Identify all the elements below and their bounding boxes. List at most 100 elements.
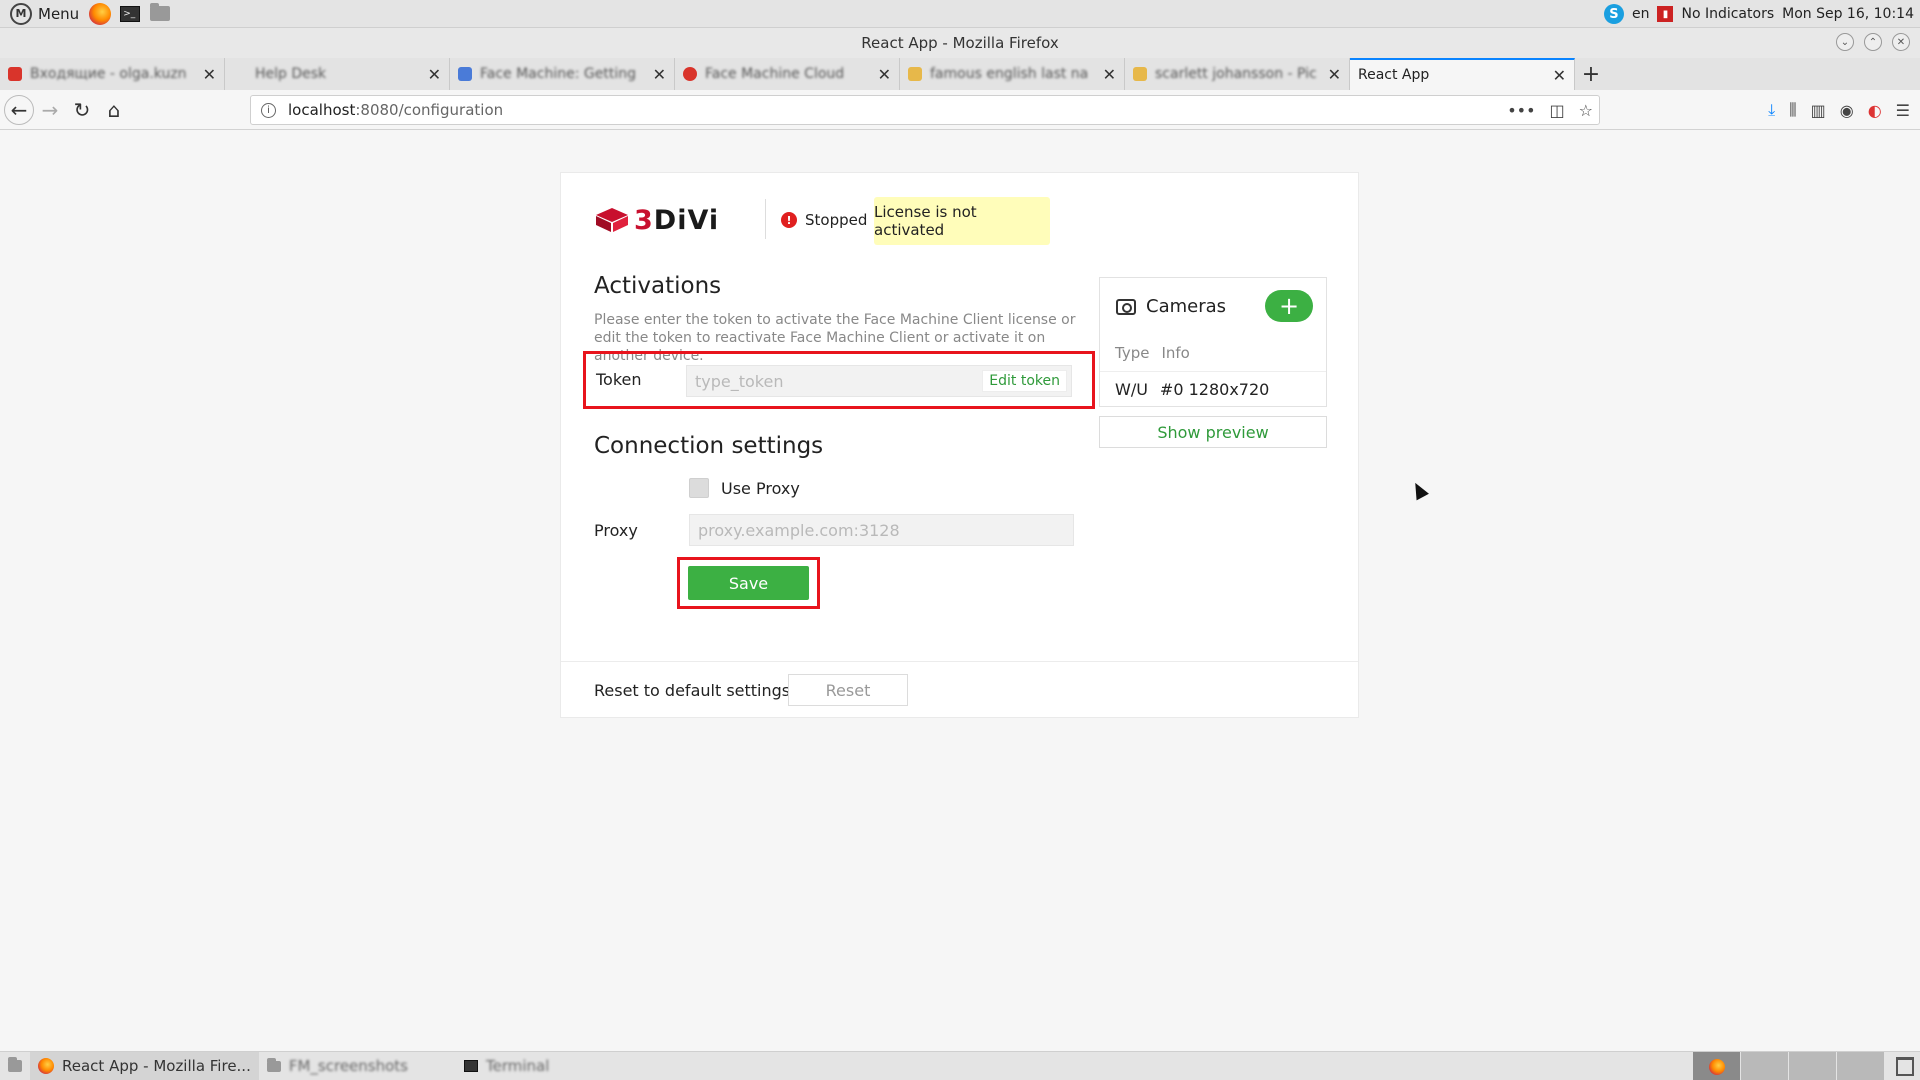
close-tab-icon[interactable]: ✕ [1328,65,1341,84]
workspace-1[interactable] [1692,1052,1740,1080]
proxy-label: Proxy [594,521,638,540]
edit-token-button[interactable]: Edit token [982,370,1067,392]
workspace-2[interactable] [1740,1052,1788,1080]
camera-type: W/U [1115,380,1148,399]
alert-icon: ! [781,212,797,228]
save-button[interactable]: Save [688,566,809,600]
close-tab-icon[interactable]: ✕ [203,65,216,84]
column-info: Info [1161,344,1190,362]
tab-react-app[interactable]: React App ✕ [1350,58,1575,90]
tab-face-machine-cloud[interactable]: Face Machine Cloud ✕ [675,58,900,90]
close-tab-icon[interactable]: ✕ [653,65,666,84]
token-input[interactable]: type_token Edit token [686,365,1072,397]
status-label: Stopped [805,211,868,229]
cloud-favicon-icon [683,67,697,81]
new-tab-button[interactable]: + [1575,58,1607,90]
reset-button[interactable]: Reset [788,674,908,706]
more-actions-icon[interactable]: ••• [1507,101,1535,120]
extension-icon[interactable]: ◐ [1868,101,1882,120]
tab-label: Face Machine: Getting [480,66,636,82]
account-icon[interactable]: ◉ [1840,101,1854,120]
camera-row[interactable]: W/U #0 1280x720 [1100,371,1326,407]
license-status-badge: License is not activated [874,197,1050,245]
use-proxy-option[interactable]: Use Proxy [689,478,800,498]
search-favicon-icon [908,67,922,81]
tab-label: React App [1358,67,1430,83]
bookmark-star-icon[interactable]: ☆ [1579,101,1593,120]
close-tab-icon[interactable]: ✕ [428,65,441,84]
hamburger-menu-icon[interactable]: ☰ [1896,101,1910,120]
window-titlebar: React App - Mozilla Firefox ⌄ ⌃ ✕ [0,28,1920,58]
doc-favicon-icon [458,67,472,81]
download-icon[interactable]: ⤓ [1768,100,1775,120]
tab-help-desk[interactable]: Help Desk ✕ [225,58,450,90]
forward-button[interactable]: → [34,94,66,126]
show-preview-button[interactable]: Show preview [1099,416,1327,448]
folder-icon [266,1057,281,1072]
nav-bar: ← → ↻ ⌂ i localhost:8080/configuration •… [0,90,1920,130]
service-status: ! Stopped [781,211,867,229]
proxy-input[interactable]: proxy.example.com:3128 [689,514,1074,546]
workspace-4[interactable] [1836,1052,1884,1080]
info-icon[interactable]: i [261,102,276,118]
card-divider [561,661,1358,662]
cameras-title: Cameras [1146,296,1227,317]
helpdesk-favicon-icon [233,67,247,81]
close-window-icon[interactable]: ✕ [1892,33,1910,51]
library-icon[interactable]: ⫼ [1789,100,1796,120]
use-proxy-checkbox[interactable] [689,478,709,498]
terminal-launcher[interactable]: >_ [115,0,145,28]
desktop-icon [8,1057,22,1072]
mail-favicon-icon [8,67,22,81]
header-divider [765,199,766,239]
close-tab-icon[interactable]: ✕ [878,65,891,84]
search-favicon-icon [1133,67,1147,81]
taskbar-files[interactable]: FM_screenshots [259,1052,416,1080]
column-type: Type [1115,344,1150,362]
firefox-icon [89,2,112,25]
firefox-launcher[interactable] [85,0,115,28]
url-text[interactable]: localhost:8080/configuration [288,101,503,119]
files-launcher[interactable] [145,0,175,28]
add-camera-button[interactable]: + [1265,290,1313,322]
show-desktop-button[interactable] [0,1052,30,1080]
tab-mail[interactable]: Входящие - olga.kuzn ✕ [0,58,225,90]
taskbar-files-label: FM_screenshots [288,1057,408,1075]
reload-button[interactable]: ↻ [66,94,98,126]
workspace-switcher [1692,1052,1884,1080]
token-highlight: Token type_token Edit token [583,351,1095,409]
keyboard-layout[interactable]: en [1632,6,1650,22]
mouse-cursor-icon [1409,479,1429,501]
indicators-label[interactable]: No Indicators [1681,6,1774,22]
minimize-icon[interactable]: ⌄ [1836,33,1854,51]
clock[interactable]: Mon Sep 16, 10:14 [1782,6,1914,22]
folder-icon [150,3,171,21]
close-tab-icon[interactable]: ✕ [1103,65,1116,84]
sidebar-icon[interactable]: ▥ [1811,101,1826,120]
tab-english-names[interactable]: famous english last na ✕ [900,58,1125,90]
skype-icon[interactable]: S [1603,4,1624,24]
indicator-icon[interactable]: ▮ [1657,6,1674,22]
maximize-icon[interactable]: ⌃ [1864,33,1882,51]
tab-scarlett[interactable]: scarlett johansson - Pic ✕ [1125,58,1350,90]
reset-label: Reset to default settings [594,681,791,700]
save-highlight: Save [677,557,820,609]
workspace-3[interactable] [1788,1052,1836,1080]
pocket-icon[interactable]: ◫ [1550,101,1565,120]
cube-logo-icon [596,208,628,232]
menu-label: Menu [38,4,80,23]
address-bar[interactable]: i localhost:8080/configuration ••• ◫ ☆ [250,95,1600,125]
taskbar-terminal[interactable]: Terminal [456,1052,557,1080]
taskbar-firefox[interactable]: React App - Mozilla Fire... [30,1051,259,1080]
tab-face-machine-getting[interactable]: Face Machine: Getting ✕ [450,58,675,90]
tab-label: Входящие - olga.kuzn [30,66,187,82]
window-title: React App - Mozilla Firefox [861,34,1059,52]
trash-icon[interactable] [1896,1057,1914,1076]
tab-label: scarlett johansson - Pic [1155,66,1317,82]
taskbar-firefox-label: React App - Mozilla Fire... [62,1057,251,1075]
back-button[interactable]: ← [4,94,34,125]
menu-button[interactable]: M Menu [4,0,85,28]
tab-label: Help Desk [255,66,327,82]
home-button[interactable]: ⌂ [98,94,130,126]
close-tab-icon[interactable]: ✕ [1553,66,1566,85]
